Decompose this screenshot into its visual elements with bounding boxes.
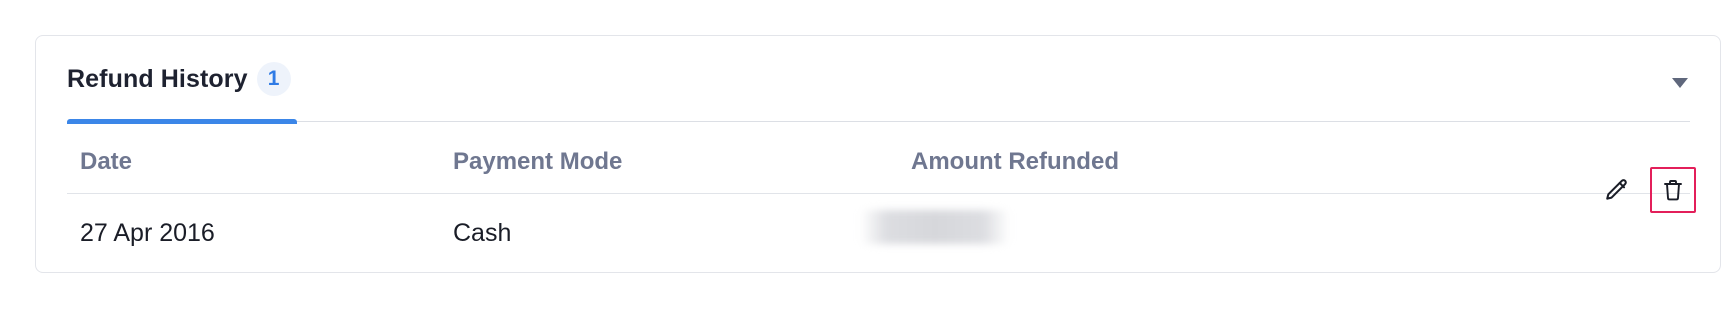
panel-header: Refund History 1 bbox=[67, 36, 1690, 124]
blurred-amount bbox=[860, 210, 1010, 244]
refund-history-tab[interactable]: Refund History 1 bbox=[67, 36, 297, 124]
row-actions bbox=[1594, 167, 1696, 213]
table-header-row: Date Payment Mode Amount Refunded bbox=[67, 124, 1690, 194]
column-header-date: Date bbox=[80, 148, 133, 175]
column-header-payment-mode: Payment Mode bbox=[453, 148, 623, 175]
cell-amount-refunded-blurred bbox=[860, 210, 1010, 244]
delete-button[interactable] bbox=[1650, 167, 1696, 213]
cell-date: 27 Apr 2016 bbox=[80, 219, 215, 247]
caret-down-icon bbox=[1672, 78, 1688, 88]
cell-payment-mode: Cash bbox=[453, 219, 512, 247]
refund-history-title: Refund History bbox=[67, 64, 248, 93]
collapse-toggle-button[interactable] bbox=[1670, 76, 1690, 90]
edit-button[interactable] bbox=[1594, 167, 1640, 213]
trash-icon bbox=[1664, 180, 1682, 201]
pencil-icon bbox=[1606, 179, 1627, 200]
column-header-amount-refunded: Amount Refunded bbox=[911, 148, 1119, 175]
refund-count-badge: 1 bbox=[256, 62, 291, 96]
